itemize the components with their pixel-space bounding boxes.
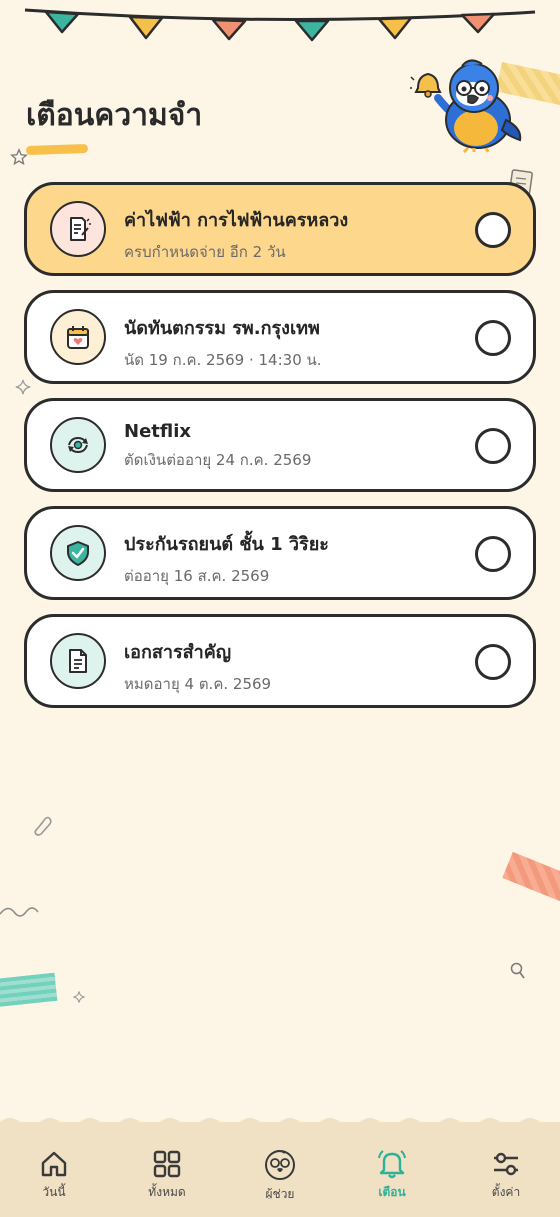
nav-wave-edge xyxy=(0,1118,560,1128)
nav-label: ตั้งค่า xyxy=(491,1185,521,1197)
home-icon xyxy=(41,1151,67,1177)
bottom-nav: วันนี้ ทั้งหมด ผู้ช่วย เตือน ตั้งค่า xyxy=(0,1118,560,1217)
page-title: เตือนความจำ xyxy=(26,98,203,133)
reminder-subtitle: ครบกำหนดจ่าย อีก 2 วัน xyxy=(124,243,286,261)
renew-icon xyxy=(50,417,106,473)
nav-item-all[interactable]: ทั้งหมด xyxy=(127,1148,207,1217)
reminder-card[interactable]: นัดทันตกรรม รพ.กรุงเทพ นัด 19 ก.ค. 2569 … xyxy=(24,290,536,384)
washi-tape-decoration xyxy=(502,851,560,905)
star-icon xyxy=(10,148,28,166)
squiggle-decoration xyxy=(0,907,39,917)
parrot-icon xyxy=(265,1150,295,1180)
nav-item-settings[interactable]: ตั้งค่า xyxy=(466,1148,546,1217)
reminder-title: Netflix xyxy=(124,421,191,442)
sparkle-icon xyxy=(73,991,85,1003)
document-icon xyxy=(50,633,106,689)
nav-label: ทั้งหมด xyxy=(148,1185,186,1197)
title-underline xyxy=(25,143,89,156)
washi-tape-decoration xyxy=(0,972,58,1008)
reminder-list: ค่าไฟฟ้า การไฟฟ้านครหลวง ครบกำหนดจ่าย อี… xyxy=(24,182,536,722)
reminder-card[interactable]: Netflix ตัดเงินต่ออายุ 24 ก.ค. 2569 xyxy=(24,398,536,492)
reminder-title: นัดทันตกรรม รพ.กรุงเทพ xyxy=(124,318,320,339)
complete-checkbox[interactable] xyxy=(475,536,511,572)
reminder-subtitle: นัด 19 ก.ค. 2569 · 14:30 น. xyxy=(124,351,322,369)
complete-checkbox[interactable] xyxy=(475,644,511,680)
bell-icon xyxy=(378,1150,406,1179)
complete-checkbox[interactable] xyxy=(475,428,511,464)
nav-label: วันนี้ xyxy=(42,1185,66,1197)
reminder-subtitle: หมดอายุ 4 ต.ค. 2569 xyxy=(124,675,272,693)
grid-icon xyxy=(153,1150,181,1178)
nav-item-today[interactable]: วันนี้ xyxy=(14,1148,94,1217)
parrot-mascot-icon xyxy=(410,59,522,153)
nav-item-reminders[interactable]: เตือน xyxy=(352,1148,432,1217)
reminder-subtitle: ตัดเงินต่ออายุ 24 ก.ค. 2569 xyxy=(124,451,312,469)
nav-label: ผู้ช่วย xyxy=(265,1187,295,1199)
reminder-card[interactable]: เอกสารสำคัญ หมดอายุ 4 ต.ค. 2569 xyxy=(24,614,536,708)
sliders-icon xyxy=(494,1152,518,1176)
paperclip-icon xyxy=(34,816,52,836)
reminder-card[interactable]: ค่าไฟฟ้า การไฟฟ้านครหลวง ครบกำหนดจ่าย อี… xyxy=(24,182,536,276)
reminder-title: ประกันรถยนต์ ชั้น 1 วิริยะ xyxy=(124,534,329,555)
complete-checkbox[interactable] xyxy=(475,320,511,356)
shield-check-icon xyxy=(50,525,106,581)
reminder-title: ค่าไฟฟ้า การไฟฟ้านครหลวง xyxy=(124,210,349,231)
reminder-card[interactable]: ประกันรถยนต์ ชั้น 1 วิริยะ ต่ออายุ 16 ส.… xyxy=(24,506,536,600)
nav-label: เตือน xyxy=(378,1185,406,1197)
reminder-subtitle: ต่ออายุ 16 ส.ค. 2569 xyxy=(124,567,270,585)
nav-item-assistant[interactable]: ผู้ช่วย xyxy=(240,1148,320,1217)
bunting-decoration xyxy=(24,8,536,42)
calendar-heart-icon xyxy=(50,309,106,365)
complete-checkbox[interactable] xyxy=(475,212,511,248)
bill-icon xyxy=(50,201,106,257)
reminder-title: เอกสารสำคัญ xyxy=(124,642,232,663)
magnifier-icon xyxy=(510,962,525,979)
